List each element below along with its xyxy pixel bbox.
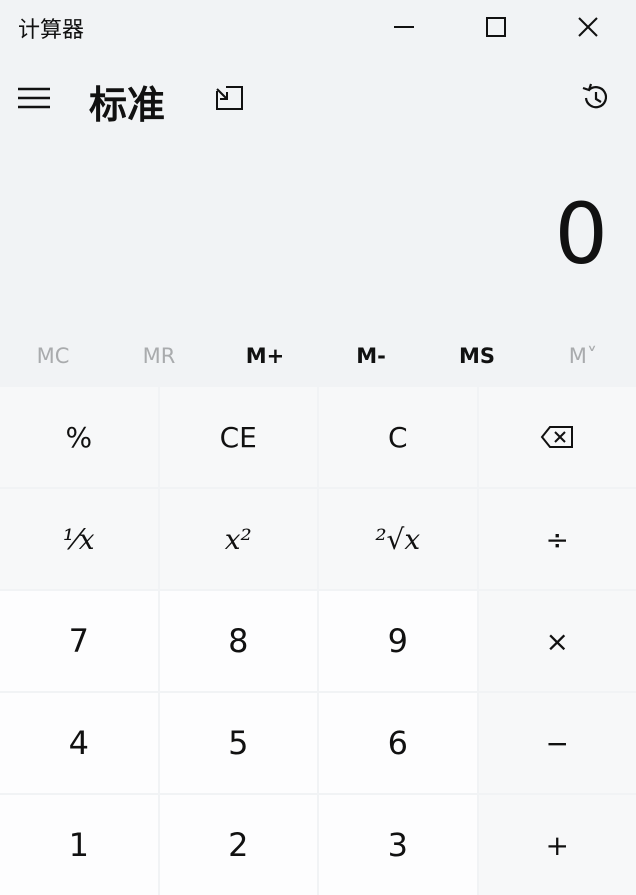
square-button[interactable]: x² [160, 489, 318, 589]
reciprocal-button[interactable]: ⅟x [0, 489, 158, 589]
digit-3-button[interactable]: 3 [319, 795, 477, 895]
close-button[interactable] [542, 0, 634, 54]
memory-row: MC MR M+ M- MS M˅ [0, 330, 636, 382]
memory-add-button[interactable]: M+ [212, 330, 318, 382]
memory-clear-button[interactable]: MC [0, 330, 106, 382]
memory-store-button[interactable]: MS [424, 330, 530, 382]
keep-on-top-button[interactable] [206, 76, 254, 120]
plus-button[interactable]: + [479, 795, 636, 895]
digit-7-button[interactable]: 7 [0, 591, 158, 691]
divide-button[interactable]: ÷ [479, 489, 636, 589]
minus-button[interactable]: − [479, 693, 636, 793]
multiply-button[interactable]: × [479, 591, 636, 691]
square-root-button[interactable]: ²√x [319, 489, 477, 589]
app-title: 计算器 [18, 12, 84, 44]
mode-title: 标准 [89, 74, 165, 129]
digit-9-button[interactable]: 9 [319, 591, 477, 691]
memory-list-button[interactable]: M˅ [530, 330, 636, 382]
memory-subtract-button[interactable]: M- [318, 330, 424, 382]
backspace-icon [540, 425, 574, 449]
digit-8-button[interactable]: 8 [160, 591, 318, 691]
history-icon [579, 81, 613, 115]
header: 标准 [0, 62, 636, 138]
maximize-button[interactable] [450, 0, 542, 54]
close-icon [576, 15, 600, 39]
keep-on-top-icon [214, 83, 246, 113]
digit-5-button[interactable]: 5 [160, 693, 318, 793]
digit-6-button[interactable]: 6 [319, 693, 477, 793]
history-button[interactable] [572, 76, 620, 120]
digit-2-button[interactable]: 2 [160, 795, 318, 895]
keypad: % CE C ⅟x x² ²√x ÷ 7 8 9 × 4 5 6 − 1 2 3… [0, 387, 636, 844]
hamburger-menu-icon [17, 86, 51, 110]
result-display: 0 [555, 192, 608, 276]
maximize-icon [484, 15, 508, 39]
percent-button[interactable]: % [0, 387, 158, 487]
digit-1-button[interactable]: 1 [0, 795, 158, 895]
clear-button[interactable]: C [319, 387, 477, 487]
navigation-menu-button[interactable] [10, 76, 58, 120]
minimize-icon [392, 15, 416, 39]
minimize-button[interactable] [358, 0, 450, 54]
memory-recall-button[interactable]: MR [106, 330, 212, 382]
backspace-button[interactable] [479, 387, 636, 487]
digit-4-button[interactable]: 4 [0, 693, 158, 793]
clear-entry-button[interactable]: CE [160, 387, 318, 487]
title-bar: 计算器 [0, 0, 636, 54]
